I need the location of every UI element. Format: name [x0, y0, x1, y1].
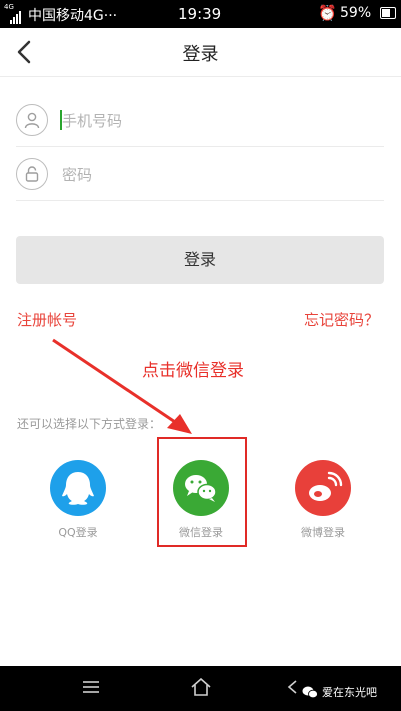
user-icon [16, 104, 48, 136]
qq-login-label: QQ登录 [58, 526, 98, 539]
menu-icon[interactable] [82, 678, 100, 700]
battery-icon [380, 7, 396, 19]
wechat-logo-icon [302, 686, 318, 699]
register-link[interactable]: 注册帐号 [17, 309, 77, 330]
nav-header: 登录 [0, 28, 401, 77]
wechat-highlight-box [157, 437, 247, 547]
signal-icon: 4G [4, 3, 26, 24]
alarm-icon: ⏰ [318, 4, 337, 22]
watermark-text: 爱在东光吧 [322, 686, 377, 699]
password-field-row [16, 148, 384, 201]
status-more-indicator: ··· [103, 8, 118, 24]
battery-percentage: 59% [340, 5, 372, 21]
carrier-name: 中国移动4G··· [28, 5, 117, 25]
lock-icon [16, 158, 48, 190]
weibo-login-option[interactable]: 微博登录 [273, 460, 373, 540]
forgot-password-link[interactable]: 忘记密码？ [304, 309, 379, 330]
phone-input[interactable] [60, 104, 364, 138]
weibo-login-label: 微博登录 [301, 526, 345, 539]
status-time: 19:39 [178, 5, 222, 23]
home-icon[interactable] [191, 677, 211, 700]
password-input[interactable] [60, 158, 364, 192]
status-bar: 4G 中国移动4G··· 19:39 ⏰ 59% [0, 0, 401, 28]
carrier-label: 中国移动4G [28, 8, 104, 24]
qq-icon[interactable] [50, 460, 106, 516]
alt-login-caption: 还可以选择以下方式登录： [17, 417, 162, 431]
network-type: 4G [4, 3, 14, 11]
weibo-icon[interactable] [295, 460, 351, 516]
watermark: 爱在东光吧 [302, 684, 377, 700]
back-icon[interactable] [286, 678, 300, 700]
login-button[interactable]: 登录 [16, 236, 384, 284]
qq-login-option[interactable]: QQ登录 [28, 460, 128, 540]
phone-field-row [16, 94, 384, 147]
annotation-text: 点击微信登录 [142, 361, 244, 381]
page-title: 登录 [182, 44, 219, 65]
